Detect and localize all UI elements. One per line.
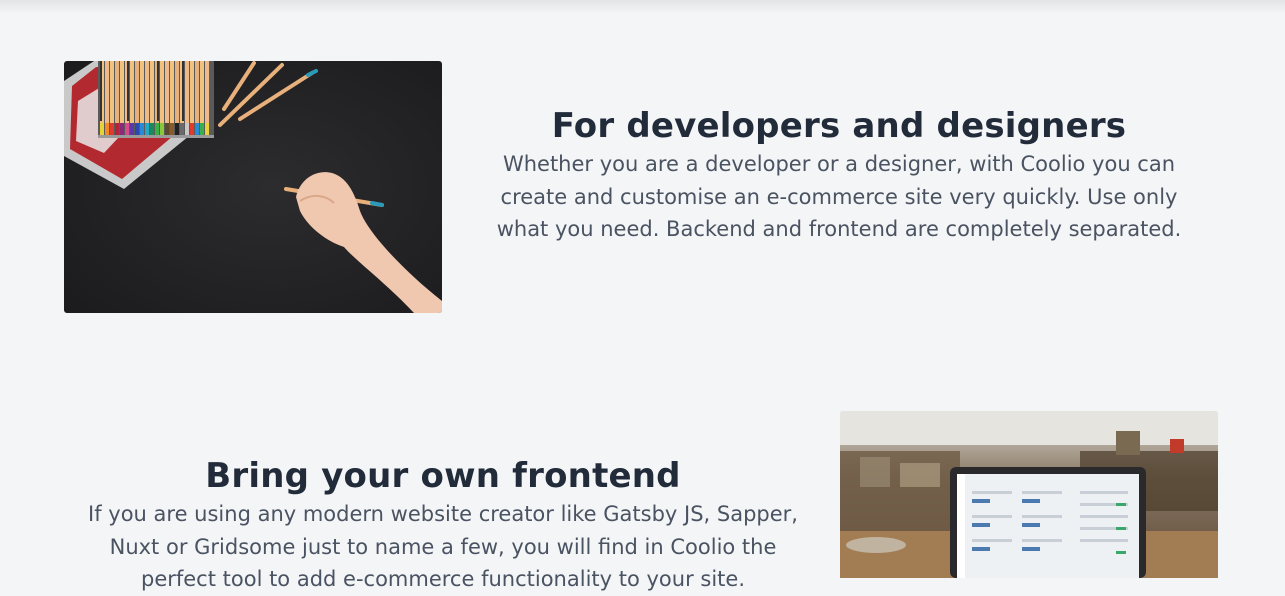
feature-text-frontend: Bring your own frontend If you are using…: [88, 454, 798, 596]
pencils-desk-image: [64, 61, 442, 313]
feature-heading: For developers and designers: [551, 106, 1127, 146]
laptop-dashboard-image: [840, 411, 1218, 578]
feature-section-frontend: Bring your own frontend If you are using…: [0, 350, 1285, 591]
feature-text-developers: For developers and designers Whether you…: [495, 104, 1183, 246]
feature-section-developers: For developers and designers Whether you…: [0, 0, 1285, 350]
feature-description: Whether you are a developer or a designe…: [496, 152, 1182, 241]
feature-heading: Bring your own frontend: [205, 456, 681, 496]
feature-description: If you are using any modern website crea…: [88, 502, 798, 591]
pencils-desk-photo: [64, 61, 442, 313]
laptop-dashboard-photo: [840, 411, 1218, 578]
